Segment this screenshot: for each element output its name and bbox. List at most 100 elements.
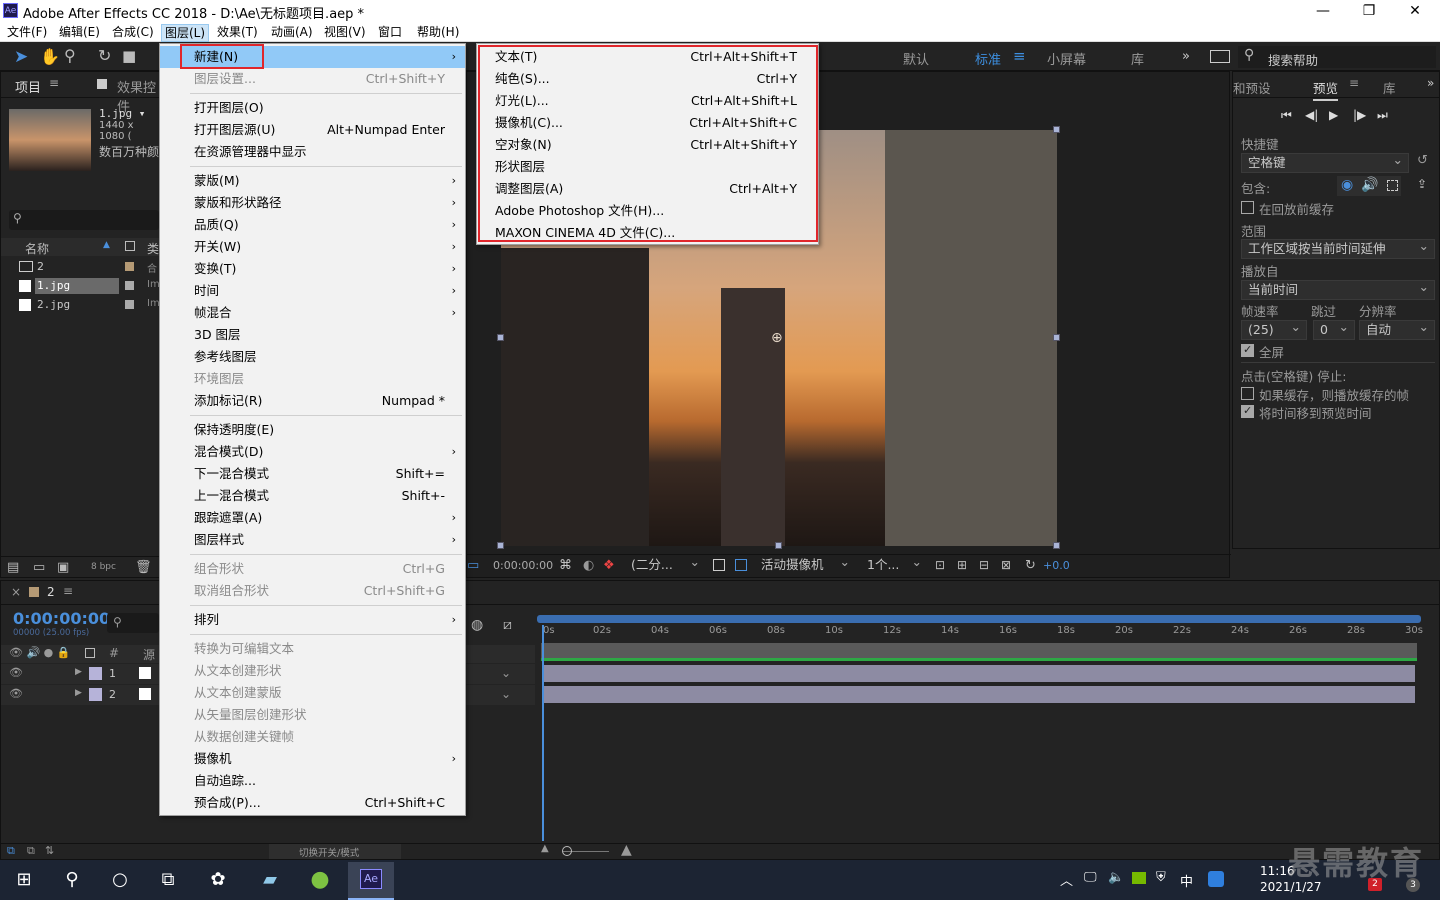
- new-folder-icon[interactable]: ▭: [33, 560, 45, 575]
- layer-menu-item[interactable]: 从文本创建形状: [160, 660, 465, 682]
- nvidia-icon[interactable]: [1132, 872, 1146, 884]
- fast-preview-icon[interactable]: ⊞: [957, 558, 967, 572]
- zoom-slider[interactable]: [562, 846, 572, 856]
- layer-menu-item[interactable]: 添加标记(R) Numpad *: [160, 390, 465, 412]
- transfer-controls-icon[interactable]: ⧉: [27, 844, 35, 858]
- notification-badge[interactable]: 3: [1406, 878, 1420, 892]
- layer-menu-item[interactable]: 参考线图层: [160, 346, 465, 368]
- anchor-point-icon[interactable]: ⊕: [771, 330, 783, 346]
- minimize-button[interactable]: —: [1300, 0, 1346, 22]
- layer-menu-item[interactable]: 打开图层源(U) Alt+Numpad Enter: [160, 119, 465, 141]
- next-frame-icon[interactable]: |▶: [1353, 108, 1366, 122]
- parent-dropdown-icon[interactable]: ⌄: [501, 666, 511, 680]
- layer-menu-item[interactable]: 3D 图层: [160, 324, 465, 346]
- visibility-icon[interactable]: 👁: [9, 687, 23, 700]
- overlay-toggle-icon[interactable]: [1387, 180, 1398, 191]
- menu-view[interactable]: 视图(V): [321, 24, 369, 42]
- layer-menu-item[interactable]: 环境图层: [160, 368, 465, 390]
- layer-menu-item[interactable]: 开关(W) ›: [160, 236, 465, 258]
- tab-effects-presets[interactable]: 和预设: [1233, 78, 1271, 97]
- reset-exposure-icon[interactable]: ↻: [1025, 558, 1036, 573]
- project-search-input[interactable]: ⚲: [9, 210, 159, 230]
- if-cached-checkbox[interactable]: [1241, 387, 1254, 400]
- menu-help[interactable]: 帮助(H): [414, 24, 462, 42]
- flowchart-icon[interactable]: ⊠: [1001, 558, 1011, 572]
- skip-dropdown[interactable]: 0: [1313, 318, 1355, 340]
- show-snapshot-icon[interactable]: ◐: [583, 558, 594, 573]
- layer-menu-item[interactable]: 从文本创建蒙版: [160, 682, 465, 704]
- move-time-checkbox[interactable]: [1241, 404, 1254, 418]
- workspace-standard[interactable]: 标准: [975, 49, 1001, 68]
- workspace-small-screen[interactable]: 小屏幕: [1047, 49, 1086, 68]
- maximize-button[interactable]: ❐: [1346, 0, 1392, 22]
- cache-before-checkbox[interactable]: [1241, 201, 1254, 214]
- pinwheel-app-icon[interactable]: ✿: [204, 866, 232, 894]
- qq-icon[interactable]: [1208, 871, 1224, 887]
- list-item[interactable]: 2 合: [1, 258, 161, 276]
- layer-menu-item[interactable]: 上一混合模式 Shift+-: [160, 485, 465, 507]
- layer-menu-item[interactable]: 组合形状 Ctrl+G: [160, 558, 465, 580]
- menu-layer[interactable]: 图层(L): [161, 24, 210, 42]
- channels-icon[interactable]: ❖: [603, 558, 615, 573]
- first-frame-icon[interactable]: ⏮: [1281, 108, 1292, 123]
- layer-menu-item[interactable]: 图层设置... Ctrl+Shift+Y: [160, 68, 465, 90]
- new-composition-icon[interactable]: ▣: [57, 560, 69, 575]
- layer-menu-item[interactable]: 转换为可编辑文本: [160, 638, 465, 660]
- layer-menu-item[interactable]: 摄像机 ›: [160, 748, 465, 770]
- menu-effect[interactable]: 效果(T): [214, 24, 261, 42]
- last-frame-icon[interactable]: ⏭: [1377, 108, 1388, 123]
- layer-menu-item[interactable]: 蒙版和形状路径 ›: [160, 192, 465, 214]
- more-panels-icon[interactable]: »: [1427, 76, 1434, 90]
- layer-menu-item[interactable]: 从矢量图层创建形状: [160, 704, 465, 726]
- expand-arrow-icon[interactable]: ▶: [75, 667, 82, 677]
- reset-icon[interactable]: ↺: [1417, 153, 1428, 168]
- panel-menu-icon[interactable]: ≡: [1349, 76, 1359, 90]
- task-view-icon[interactable]: ⧉: [154, 866, 182, 894]
- layer-menu-item[interactable]: 时间 ›: [160, 280, 465, 302]
- timeline-icon[interactable]: ⊟: [979, 558, 989, 572]
- after-effects-taskbar-button[interactable]: Ae: [348, 862, 394, 900]
- transparency-grid-icon[interactable]: ▭: [467, 558, 479, 573]
- rotate-tool-icon[interactable]: ↻: [98, 46, 111, 65]
- menu-edit[interactable]: 编辑(E): [56, 24, 103, 42]
- export-icon[interactable]: ⇪: [1417, 177, 1427, 191]
- tab-preview[interactable]: 预览: [1313, 78, 1339, 101]
- zoom-tool-icon[interactable]: ⚲: [64, 46, 76, 65]
- layer-menu-item[interactable]: 保持透明度(E): [160, 419, 465, 441]
- layer-menu-item[interactable]: 打开图层(O): [160, 97, 465, 119]
- volume-icon[interactable]: 🔈: [1108, 870, 1124, 885]
- layer-menu-item[interactable]: 预合成(P)... Ctrl+Shift+C: [160, 792, 465, 814]
- menu-file[interactable]: 文件(F): [4, 24, 50, 42]
- layer-menu-item[interactable]: 品质(Q) ›: [160, 214, 465, 236]
- sync-settings-icon[interactable]: [1210, 50, 1230, 63]
- bpc-button[interactable]: 8 bpc: [91, 562, 116, 572]
- video-toggle-icon[interactable]: ◉: [1341, 177, 1353, 193]
- list-item[interactable]: 2.jpg Im: [1, 296, 161, 314]
- pixel-aspect-icon[interactable]: ⊡: [935, 558, 945, 572]
- region-of-interest-icon[interactable]: [713, 559, 725, 571]
- close-button[interactable]: ✕: [1392, 0, 1438, 22]
- toggle-grid-icon[interactable]: [735, 559, 747, 571]
- play-icon[interactable]: ▶: [1329, 108, 1338, 122]
- audio-toggle-icon[interactable]: 🔊: [1361, 177, 1378, 193]
- start-icon[interactable]: ⊞: [10, 866, 38, 894]
- ime-indicator[interactable]: 中: [1180, 871, 1193, 890]
- search-help-field[interactable]: ⚲ 搜索帮助: [1238, 46, 1436, 68]
- list-item[interactable]: 1.jpg Im: [1, 277, 161, 295]
- work-area-range[interactable]: [541, 643, 1417, 659]
- playhead[interactable]: [542, 625, 544, 841]
- layer-menu-item[interactable]: 下一混合模式 Shift+=: [160, 463, 465, 485]
- range-dropdown[interactable]: 工作区域按当前时间延伸: [1241, 237, 1435, 259]
- layer-switches-icon[interactable]: ⧉: [7, 844, 15, 858]
- layer-menu-item[interactable]: 帧混合 ›: [160, 302, 465, 324]
- layer-menu-item[interactable]: 图层样式 ›: [160, 529, 465, 551]
- notepad-app-icon[interactable]: ▰: [256, 866, 284, 894]
- viewer-timecode[interactable]: 0:00:00:00: [493, 559, 553, 572]
- selection-tool-icon[interactable]: ➤: [14, 47, 28, 67]
- zoom-out-icon[interactable]: ▲: [541, 843, 549, 854]
- menu-window[interactable]: 窗口: [375, 24, 405, 42]
- hand-tool-icon[interactable]: ✋: [40, 47, 60, 66]
- layer-menu-item[interactable]: 混合模式(D) ›: [160, 441, 465, 463]
- resolution-dropdown[interactable]: (二分...: [625, 553, 705, 576]
- layer-menu-item[interactable]: 变换(T) ›: [160, 258, 465, 280]
